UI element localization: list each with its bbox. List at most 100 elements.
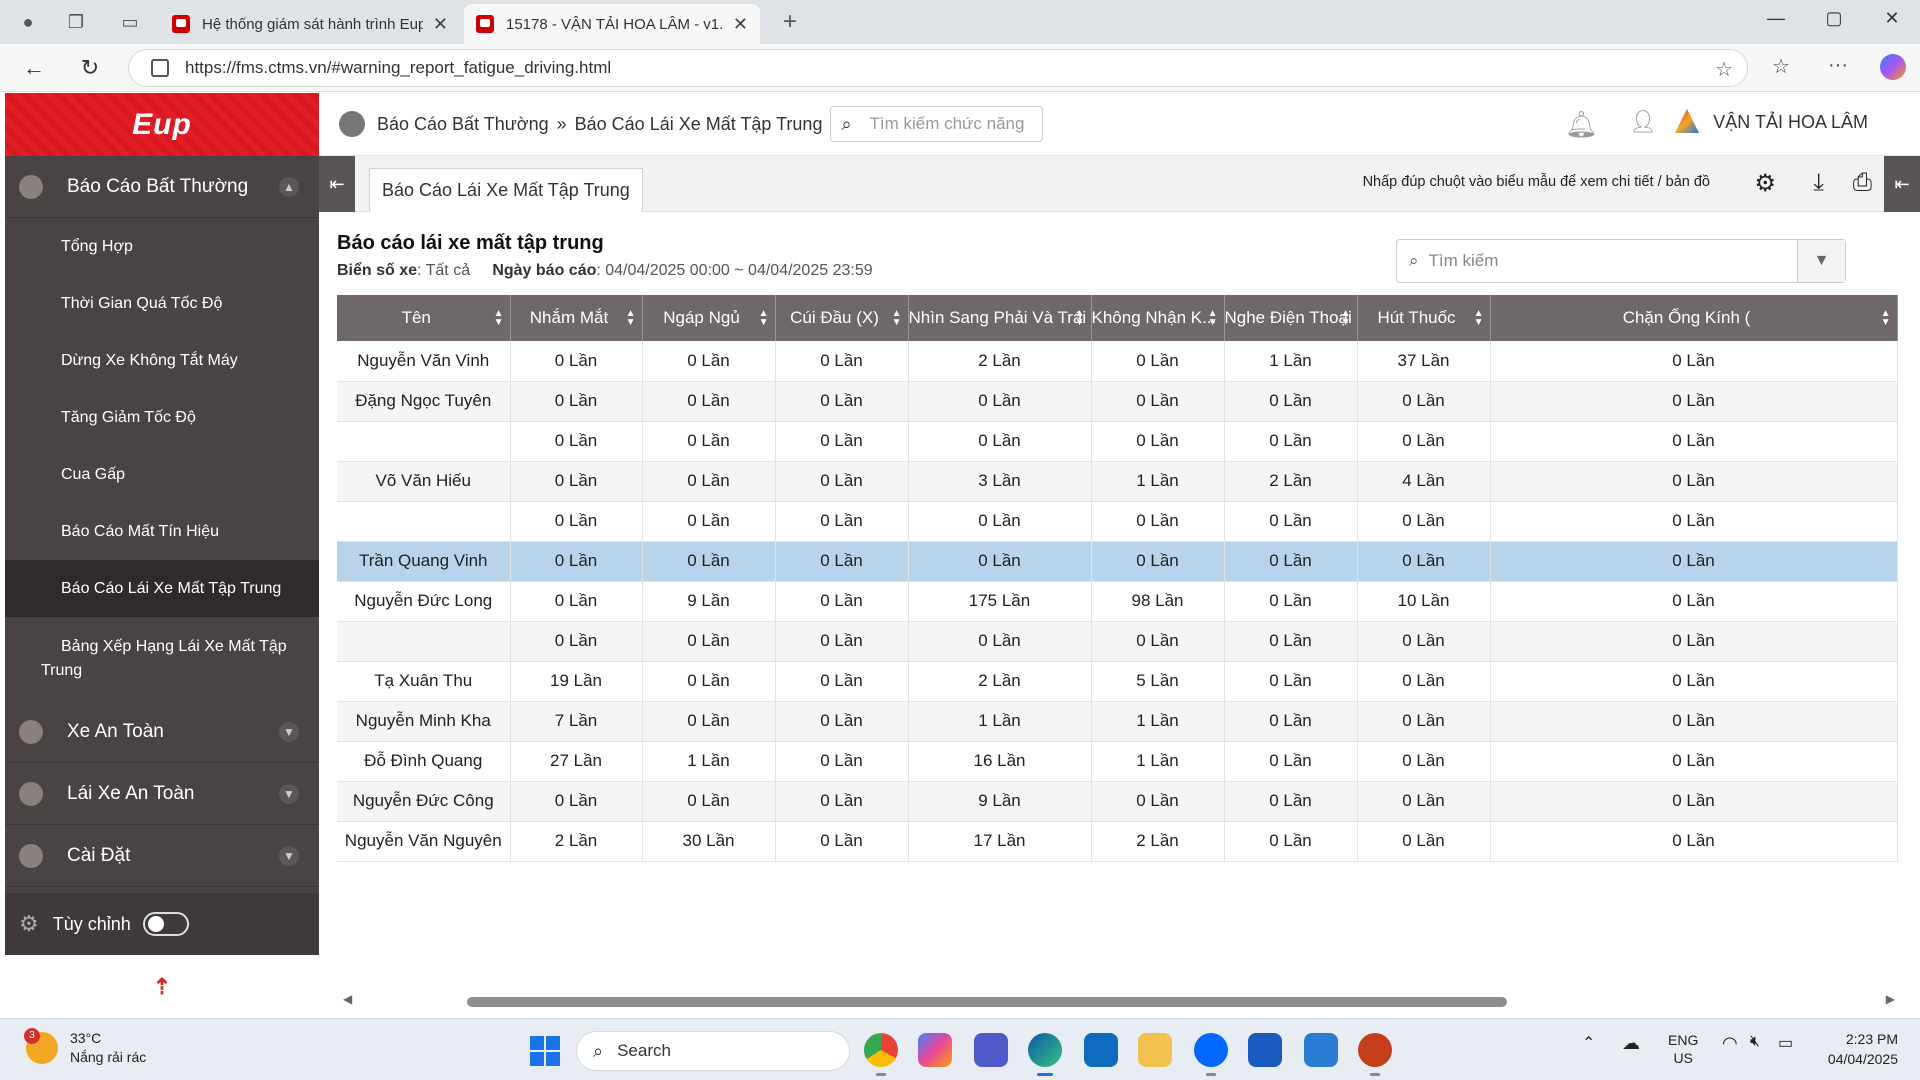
teams-icon[interactable]	[974, 1033, 1008, 1067]
close-window-icon[interactable]: ✕	[1872, 8, 1912, 29]
close-tab-icon[interactable]: ✕	[733, 14, 748, 35]
sort-icon[interactable]: ▲ ▼	[494, 309, 504, 328]
favorite-star-icon[interactable]: ☆	[1715, 57, 1733, 82]
table-row[interactable]: Tạ Xuân Thu 19 Lần 0 Lần 0 Lần 2 Lần 5 Lần 0 L…	[337, 661, 1898, 702]
sidebar-item-acceleration[interactable]: Tăng Giảm Tốc Độ	[5, 389, 319, 446]
table-row[interactable]: 0 Lần 0 Lần 0 Lần 0 Lần 0 Lần 0 Lần 0 Lần 0 Lần	[337, 421, 1898, 462]
windows-start-icon[interactable]	[530, 1036, 560, 1066]
function-search-input[interactable]: ⌕ Tìm kiếm chức năng	[830, 106, 1044, 142]
table-row[interactable]: Võ Văn Hiếu 0 Lần 0 Lần 0 Lần 3 Lần 1 Lần 2 Lầ…	[337, 461, 1898, 502]
url-input[interactable]: https://fms.ctms.vn/#warning_report_fati…	[128, 49, 1748, 87]
menu-section-settings[interactable]: Cài Đặt ▼	[5, 825, 319, 887]
browser-tab-2[interactable]: 15178 - VẬN TẢI HOA LÂM - v1.0 ✕	[464, 4, 760, 44]
more-icon[interactable]: ···	[1828, 54, 1848, 77]
sidebar-item-sharp-turn[interactable]: Cua Gấp	[5, 446, 319, 503]
column-header[interactable]: Chặn Ống Kính (▲ ▼	[1490, 295, 1898, 341]
sort-icon[interactable]: ▲ ▼	[1341, 309, 1351, 328]
sort-icon[interactable]: ▲ ▼	[1075, 309, 1085, 328]
tab-actions-icon[interactable]: ▭	[116, 8, 144, 36]
sort-icon[interactable]: ▲ ▼	[1208, 309, 1218, 328]
chevron-up-icon[interactable]: ▲	[279, 177, 299, 197]
table-row[interactable]: Đặng Ngọc Tuyên 0 Lần 0 Lần 0 Lần 0 Lần 0 Lần…	[337, 381, 1898, 422]
volume-muted-icon[interactable]: 🔇︎	[1750, 1033, 1760, 1051]
print-icon[interactable]: ⎙	[1853, 169, 1872, 197]
table-row[interactable]: Đỗ Đình Quang 27 Lần 1 Lần 0 Lần 16 Lần 1 Lần…	[337, 741, 1898, 782]
browser-tab-1[interactable]: Hệ thống giám sát hành trình Eup ✕	[160, 4, 460, 44]
table-row[interactable]: Nguyễn Đức Long 0 Lần 9 Lần 0 Lần 175 Lần 98 …	[337, 581, 1898, 622]
sidebar-item-signal-loss[interactable]: Báo Cáo Mất Tín Hiệu	[5, 503, 319, 560]
weather-widget[interactable]: 3 33°C Nắng rải rác	[24, 1028, 146, 1067]
close-tab-icon[interactable]: ✕	[433, 14, 448, 35]
chevron-down-icon[interactable]: ▼	[279, 846, 299, 866]
copilot-icon[interactable]	[1880, 54, 1906, 80]
chrome-icon[interactable]	[864, 1033, 898, 1076]
menu-section-abnormal-report[interactable]: Báo Cáo Bất Thường ▲	[5, 156, 319, 218]
scrollbar-thumb[interactable]	[467, 997, 1507, 1007]
copilot-app-icon[interactable]	[918, 1033, 952, 1067]
collapse-sidebar-icon[interactable]: ⇤	[319, 156, 355, 212]
tab-fatigue-report[interactable]: Báo Cáo Lái Xe Mất Tập Trung	[369, 168, 643, 212]
table-row[interactable]: Nguyễn Đức Công 0 Lần 0 Lần 0 Lần 9 Lần 0 Lần…	[337, 781, 1898, 822]
table-row[interactable]: 0 Lần 0 Lần 0 Lần 0 Lần 0 Lần 0 Lần 0 Lần 0 Lần	[337, 621, 1898, 662]
language-indicator[interactable]: ENG US	[1668, 1031, 1698, 1067]
table-row[interactable]: Nguyễn Văn Vinh 0 Lần 0 Lần 0 Lần 2 Lần 0 Lần…	[337, 341, 1898, 382]
wifi-icon[interactable]: ◠	[1722, 1033, 1738, 1054]
column-header[interactable]: Nhắm Mắt ▲ ▼	[510, 295, 643, 341]
breadcrumb-parent[interactable]: Báo Cáo Bất Thường	[377, 114, 549, 135]
outlook-icon[interactable]	[1084, 1033, 1118, 1067]
new-tab-icon[interactable]: +	[776, 8, 804, 36]
user-icon[interactable]: 👤︎	[1629, 109, 1657, 135]
company-name[interactable]: VẬN TẢI HOA LÂM	[1713, 112, 1868, 133]
report-search-input[interactable]: ⌕ Tìm kiếm ▼	[1396, 239, 1846, 283]
table-row[interactable]: Nguyễn Văn Nguyên 2 Lần 30 Lần 0 Lần 17 Lần 2…	[337, 821, 1898, 862]
taskbar-search[interactable]: ⌕ Search	[576, 1031, 850, 1071]
powerpoint-icon[interactable]	[1358, 1033, 1392, 1076]
column-header[interactable]: Không Nhận K... ▲ ▼	[1091, 295, 1225, 341]
sort-icon[interactable]: ▲ ▼	[626, 309, 636, 328]
settings-gear-icon[interactable]: ⚙	[1754, 169, 1776, 198]
app-icon[interactable]	[1304, 1033, 1338, 1067]
sidebar-item-fatigue-ranking[interactable]: Bảng Xếp Hạng Lái Xe Mất Tập Trung	[5, 617, 319, 701]
sort-icon[interactable]: ▲ ▼	[892, 309, 902, 328]
workspaces-icon[interactable]: ❐	[62, 8, 90, 36]
customize-toggle[interactable]	[142, 912, 189, 936]
sidebar-item-speeding-time[interactable]: Thời Gian Quá Tốc Độ	[5, 275, 319, 332]
column-header[interactable]: Nghe Điện Thoại ▲ ▼	[1224, 295, 1358, 341]
column-header[interactable]: Ngáp Ngủ ▲ ▼	[642, 295, 776, 341]
column-header[interactable]: Hút Thuốc ▲ ▼	[1357, 295, 1491, 341]
scroll-left-icon[interactable]: ◀	[343, 992, 352, 1006]
table-row[interactable]: Nguyễn Minh Kha 7 Lần 0 Lần 0 Lần 1 Lần 1 Lần…	[337, 701, 1898, 742]
filter-icon[interactable]: ▼	[1797, 240, 1845, 282]
favorites-icon[interactable]: ☆	[1772, 54, 1790, 79]
cloud-icon[interactable]: ☁	[1622, 1033, 1640, 1054]
sort-icon[interactable]: ▲ ▼	[1474, 309, 1484, 328]
profile-icon[interactable]: ●	[14, 8, 42, 36]
column-header[interactable]: Cúi Đầu (X) ▲ ▼	[775, 295, 909, 341]
maximize-icon[interactable]: ▢	[1814, 8, 1854, 29]
horizontal-scrollbar[interactable]: ◀ ▶	[337, 992, 1897, 1008]
chevron-up-icon[interactable]: ⌃	[1582, 1033, 1595, 1053]
eup-logo[interactable]: Eup	[5, 93, 319, 156]
collapse-right-panel-icon[interactable]: ⇤	[1884, 156, 1920, 212]
download-icon[interactable]: ⤓	[1813, 169, 1824, 197]
column-header[interactable]: Nhìn Sang Phải Và Trái ▲ ▼	[908, 295, 1092, 341]
edge-icon[interactable]	[1028, 1033, 1062, 1076]
battery-icon[interactable]: ▭	[1778, 1033, 1793, 1053]
bell-icon[interactable]: 🔔︎	[1565, 109, 1598, 140]
sidebar-item-idling[interactable]: Dừng Xe Không Tắt Máy	[5, 332, 319, 389]
minimize-icon[interactable]: —	[1756, 8, 1796, 29]
clock[interactable]: 2:23 PM 04/04/2025	[1828, 1029, 1898, 1069]
scroll-to-top-icon[interactable]: ⇡	[5, 955, 319, 1018]
menu-section-safe-vehicle[interactable]: Xe An Toàn ▼	[5, 701, 319, 763]
word-icon[interactable]	[1248, 1033, 1282, 1067]
site-info-icon[interactable]	[151, 59, 169, 77]
column-header[interactable]: Tên ▲ ▼	[337, 295, 511, 341]
back-icon[interactable]: ←	[20, 54, 48, 82]
table-row[interactable]: Trần Quang Vinh 0 Lần 0 Lần 0 Lần 0 Lần 0 Lần…	[337, 541, 1898, 582]
menu-section-safe-driver[interactable]: Lái Xe An Toàn ▼	[5, 763, 319, 825]
refresh-icon[interactable]: ↻	[76, 54, 104, 82]
file-explorer-icon[interactable]	[1138, 1033, 1172, 1067]
scroll-right-icon[interactable]: ▶	[1886, 992, 1895, 1006]
sidebar-item-fatigue-driving[interactable]: Báo Cáo Lái Xe Mất Tập Trung	[5, 560, 319, 617]
table-row[interactable]: 0 Lần 0 Lần 0 Lần 0 Lần 0 Lần 0 Lần 0 Lần 0 Lần	[337, 501, 1898, 542]
